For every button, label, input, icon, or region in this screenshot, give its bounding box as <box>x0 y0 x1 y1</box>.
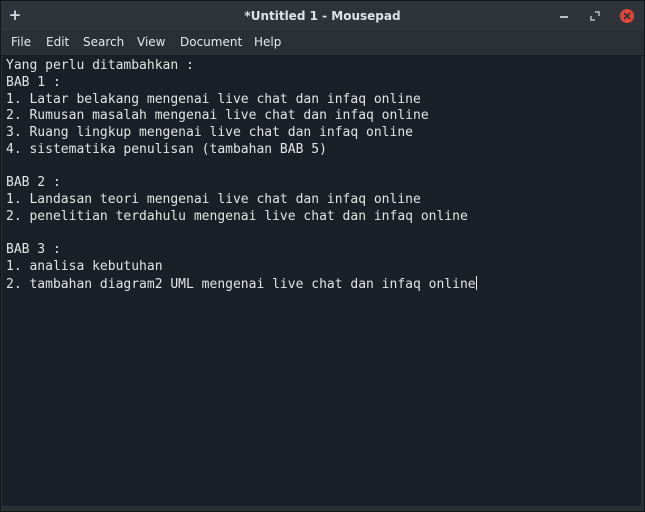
menu-file[interactable]: File <box>11 35 31 49</box>
editor-line: 4. sistematika penulisan (tambahan BAB 5… <box>6 141 327 157</box>
editor-line: 2. tambahan diagram2 UML mengenai live c… <box>6 276 476 292</box>
scrollbar-track[interactable] <box>641 56 644 506</box>
minimize-button[interactable] <box>557 9 571 23</box>
text-editor[interactable]: Yang perlu ditambahkan : BAB 1 : 1. Lata… <box>2 56 641 506</box>
editor-line: Yang perlu ditambahkan : <box>6 58 194 73</box>
editor-line: 1. Latar belakang mengenai live chat dan… <box>6 91 421 107</box>
minimize-icon <box>560 16 568 18</box>
close-button[interactable] <box>620 9 634 23</box>
editor-line: 1. analisa kebutuhan <box>6 259 163 274</box>
close-icon <box>620 9 634 23</box>
editor-line: 1. Landasan teori mengenai live chat dan… <box>6 192 421 207</box>
editor-line: 2. Rumusan masalah mengenai live chat da… <box>6 108 429 124</box>
title-bar[interactable]: + *Untitled 1 - Mousepad <box>1 1 644 31</box>
menu-search[interactable]: Search <box>83 35 124 49</box>
editor-line: BAB 2 : <box>6 175 61 191</box>
text-caret <box>475 275 477 290</box>
menu-document[interactable]: Document <box>180 35 242 49</box>
window-title: *Untitled 1 - Mousepad <box>244 9 401 23</box>
editor-content[interactable]: Yang perlu ditambahkan : BAB 1 : 1. Lata… <box>2 56 641 294</box>
menu-edit[interactable]: Edit <box>46 35 69 49</box>
editor-line: 3. Ruang lingkup mengenai live chat dan … <box>6 125 413 140</box>
editor-line: BAB 3 : <box>6 242 61 258</box>
menu-view[interactable]: View <box>137 35 165 49</box>
mousepad-window: + *Untitled 1 - Mousepad File Edit Searc… <box>0 0 645 512</box>
editor-line: BAB 1 : <box>6 74 61 90</box>
editor-line: 2. penelitian terdahulu mengenai live ch… <box>6 208 468 224</box>
menu-help[interactable]: Help <box>254 35 281 49</box>
maximize-icon <box>590 11 600 21</box>
maximize-button[interactable] <box>588 9 602 23</box>
menu-bar: File Edit Search View Document Help <box>1 31 644 56</box>
